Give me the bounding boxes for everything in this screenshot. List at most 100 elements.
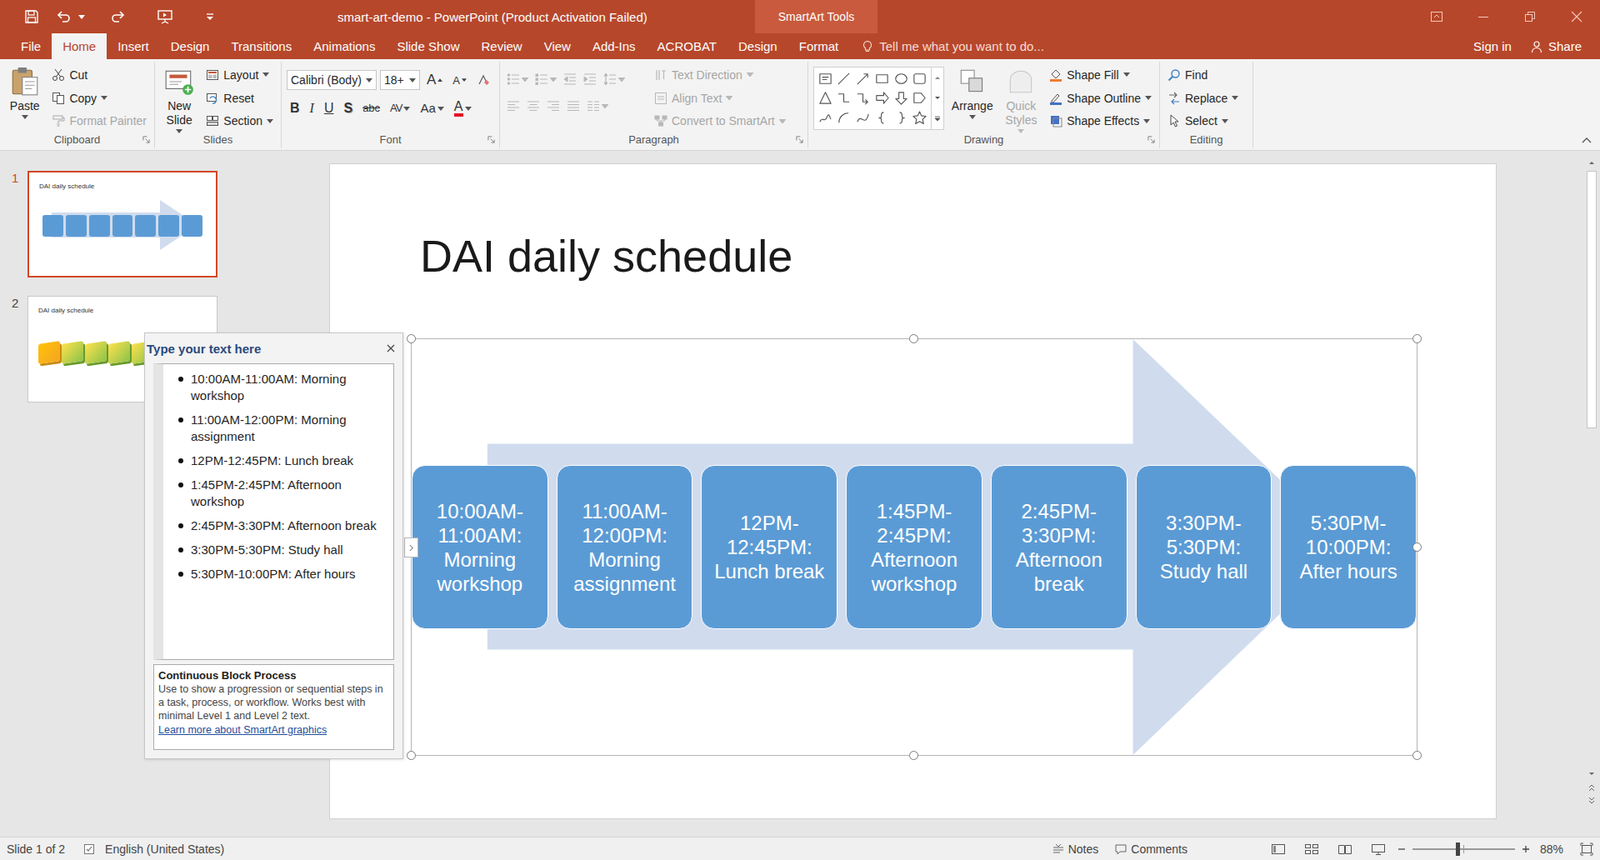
shape-icon[interactable]: [855, 70, 871, 87]
shape-format-command[interactable]: Shape Effects: [1046, 110, 1155, 132]
font-family-field[interactable]: Calibri (Body): [286, 70, 377, 90]
resize-handle[interactable]: [1412, 750, 1422, 760]
tell-me-search[interactable]: Tell me what you want to do...: [860, 33, 1045, 60]
sign-in-link[interactable]: Sign in: [1463, 33, 1522, 60]
paragraph-command[interactable]: Align Text: [651, 87, 789, 110]
undo-dropdown[interactable]: [78, 3, 89, 30]
share-button[interactable]: Share: [1521, 33, 1600, 60]
resize-handle[interactable]: [406, 334, 416, 344]
font-style-button[interactable]: AV: [386, 97, 414, 120]
scroll-down-icon[interactable]: [933, 95, 942, 102]
learn-more-link[interactable]: Learn more about SmartArt graphics: [158, 724, 327, 736]
shape-icon[interactable]: [817, 110, 834, 126]
grow-font-button[interactable]: A: [423, 69, 446, 91]
close-icon[interactable]: [385, 343, 396, 354]
text-pane-item[interactable]: 1:45PM-2:45PM: Afternoon workshop: [178, 476, 387, 510]
align-center-button[interactable]: [525, 95, 542, 116]
ribbon-tab[interactable]: Slide Show: [385, 33, 470, 60]
step-box[interactable]: 3:30PM-5:30PM: Study hall: [1135, 465, 1273, 630]
ribbon-tab[interactable]: Design: [727, 33, 789, 60]
numbering-button[interactable]: [533, 69, 559, 90]
slides-command[interactable]: Reset: [203, 87, 276, 110]
new-slide-button[interactable]: New Slide: [160, 63, 199, 132]
redo-button[interactable]: [105, 3, 132, 30]
justify-button[interactable]: [565, 95, 582, 116]
line-spacing-button[interactable]: [601, 69, 627, 90]
resize-handle[interactable]: [406, 750, 416, 760]
collapse-ribbon-icon[interactable]: [1581, 136, 1592, 144]
start-from-beginning-button[interactable]: [151, 3, 179, 30]
dialog-launcher-icon[interactable]: [487, 135, 495, 144]
font-style-button[interactable]: abc: [359, 97, 384, 120]
zoom-slider[interactable]: [1412, 848, 1515, 850]
text-pane-item[interactable]: 11:00AM-12:00PM: Morning assignment: [178, 411, 387, 445]
slide-sorter-icon[interactable]: [1304, 843, 1320, 855]
shape-icon[interactable]: [855, 90, 871, 106]
step-box[interactable]: 5:30PM-10:00PM: After hours: [1280, 465, 1417, 630]
editing-command[interactable]: Replace: [1165, 87, 1241, 110]
scroll-up-icon[interactable]: [933, 74, 942, 81]
ribbon-tab[interactable]: Home: [51, 33, 107, 60]
font-style-button[interactable]: A: [450, 97, 475, 120]
clipboard-command[interactable]: Copy: [49, 87, 150, 110]
zoom-in-icon[interactable]: [1521, 845, 1530, 854]
ribbon-tab[interactable]: Transitions: [220, 33, 303, 60]
text-pane-item[interactable]: 3:30PM-5:30PM: Study hall: [178, 541, 387, 559]
fit-slide-icon[interactable]: [1580, 842, 1594, 856]
clipboard-command[interactable]: Cut: [49, 64, 150, 86]
scrollbar-thumb[interactable]: [1586, 170, 1597, 429]
normal-view-icon[interactable]: [1270, 843, 1286, 855]
shape-icon[interactable]: [911, 110, 928, 126]
paragraph-command[interactable]: Text Direction: [651, 64, 789, 86]
resize-handle[interactable]: [1412, 542, 1422, 552]
shape-icon[interactable]: [874, 90, 890, 106]
ribbon-tab[interactable]: Add-Ins: [581, 33, 647, 60]
shape-format-command[interactable]: Shape Outline: [1046, 87, 1155, 110]
shape-format-command[interactable]: Shape Fill: [1046, 64, 1155, 86]
restore-button[interactable]: [1506, 0, 1554, 34]
shape-icon[interactable]: [835, 110, 852, 126]
text-pane-item[interactable]: 12PM-12:45PM: Lunch break: [178, 452, 387, 470]
text-pane-toggle[interactable]: [404, 537, 419, 558]
editing-command[interactable]: Select: [1165, 110, 1241, 132]
resize-handle[interactable]: [909, 334, 919, 344]
customize-toolbar-button[interactable]: [196, 3, 224, 30]
ribbon-tab[interactable]: Insert: [106, 33, 160, 60]
ribbon-tab[interactable]: Format: [788, 33, 850, 60]
shape-icon[interactable]: [893, 110, 910, 126]
save-button[interactable]: [18, 3, 45, 30]
next-slide-icon[interactable]: [1587, 796, 1596, 805]
step-box[interactable]: 11:00AM-12:00PM: Morning assignment: [556, 465, 694, 630]
slides-command[interactable]: Layout: [203, 64, 276, 86]
increase-indent-button[interactable]: [581, 69, 599, 90]
minimize-button[interactable]: [1460, 0, 1507, 34]
dialog-launcher-icon[interactable]: [1147, 135, 1155, 144]
ribbon-tab[interactable]: Design: [160, 33, 221, 60]
shape-icon[interactable]: [911, 70, 928, 87]
zoom-level[interactable]: 88%: [1540, 842, 1564, 856]
font-style-button[interactable]: U: [320, 97, 338, 120]
font-style-button[interactable]: B: [286, 97, 304, 120]
more-icon[interactable]: [933, 115, 942, 123]
align-right-button[interactable]: [545, 95, 562, 116]
step-box[interactable]: 10:00AM-11:00AM: Morning workshop: [411, 465, 549, 630]
text-pane-item[interactable]: 10:00AM-11:00AM: Morning workshop: [178, 370, 387, 405]
text-pane-list[interactable]: 10:00AM-11:00AM: Morning workshop 11:00AM…: [153, 363, 395, 660]
align-left-button[interactable]: [505, 95, 522, 116]
slide-thumbnail-row[interactable]: 1DAI daily schedule: [0, 170, 242, 278]
font-style-button[interactable]: S: [340, 97, 356, 120]
vertical-scrollbar[interactable]: [1583, 150, 1600, 837]
text-pane-item[interactable]: 2:45PM-3:30PM: Afternoon break: [178, 517, 387, 535]
slides-command[interactable]: Section: [203, 110, 276, 132]
font-style-button[interactable]: I: [306, 97, 318, 120]
shape-icon[interactable]: [817, 70, 834, 87]
slideshow-view-icon[interactable]: [1370, 843, 1386, 855]
comments-button[interactable]: Comments: [1115, 842, 1188, 856]
reading-view-icon[interactable]: [1337, 843, 1353, 855]
zoom-out-icon[interactable]: [1397, 845, 1406, 854]
shape-icon[interactable]: [817, 90, 834, 106]
close-button[interactable]: [1553, 0, 1600, 34]
shape-icon[interactable]: [835, 90, 852, 106]
editing-command[interactable]: Find: [1165, 64, 1241, 86]
columns-button[interactable]: [585, 95, 610, 116]
